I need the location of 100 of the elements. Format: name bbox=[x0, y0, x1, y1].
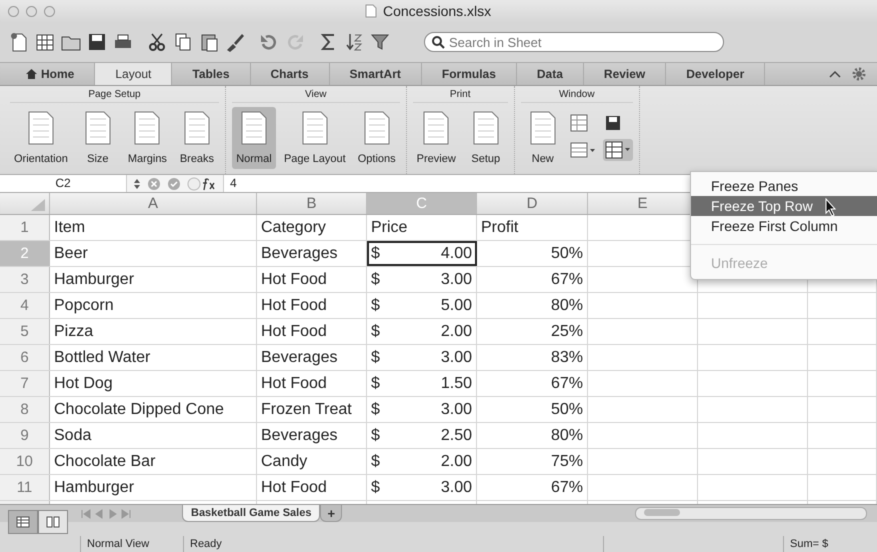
normal-view-button[interactable] bbox=[8, 510, 38, 534]
table-cell: 67% bbox=[477, 267, 588, 292]
table-cell: Hamburger bbox=[50, 475, 257, 500]
currency-symbol: $ bbox=[371, 244, 380, 264]
menu-item[interactable]: Freeze Top Row bbox=[691, 196, 877, 216]
document-icon bbox=[365, 4, 377, 18]
table-cell: 75% bbox=[477, 449, 588, 474]
table-cell: Profit bbox=[477, 215, 588, 240]
table-cell: 50% bbox=[477, 397, 588, 422]
menu-item[interactable]: Freeze First Column bbox=[691, 216, 877, 236]
ribbon-tab[interactable]: Review bbox=[584, 63, 666, 85]
table-cell: Hot Food bbox=[257, 267, 367, 292]
ribbon-tab[interactable]: Layout bbox=[95, 63, 172, 85]
name-box[interactable]: C2 bbox=[0, 175, 127, 192]
row-header[interactable]: 5 bbox=[0, 319, 50, 344]
price-value: 3.00 bbox=[440, 270, 472, 290]
group-title: View bbox=[232, 86, 400, 103]
table-cell: Item bbox=[50, 215, 257, 240]
triangle-icon bbox=[31, 199, 45, 211]
ribbon-button[interactable]: Preview bbox=[412, 107, 460, 169]
sheet-tab[interactable]: + bbox=[320, 505, 342, 522]
price-value: 2.50 bbox=[440, 426, 472, 446]
group-title: Window bbox=[520, 86, 633, 103]
currency-symbol: $ bbox=[371, 296, 380, 316]
group-title: Page Setup bbox=[10, 86, 219, 103]
table-cell: Frozen Treat bbox=[257, 397, 367, 422]
table-cell: 67% bbox=[477, 475, 588, 500]
table-cell: Candy bbox=[257, 449, 367, 474]
status-view: Normal View bbox=[80, 536, 183, 552]
column-header[interactable]: D bbox=[477, 193, 588, 214]
currency-symbol: $ bbox=[371, 452, 380, 472]
save-icon[interactable] bbox=[86, 31, 108, 53]
ribbon-button[interactable]: Margins bbox=[124, 107, 171, 169]
currency-symbol: $ bbox=[371, 270, 380, 290]
group-title: Print bbox=[412, 86, 508, 103]
table-cell: Soda bbox=[50, 423, 257, 448]
ribbon-button[interactable]: Size bbox=[76, 107, 120, 169]
search-icon bbox=[431, 35, 445, 49]
table-cell: 83% bbox=[477, 345, 588, 370]
table-cell: Pizza bbox=[50, 319, 257, 344]
ribbon-tab[interactable]: Charts bbox=[250, 63, 330, 85]
currency-symbol: $ bbox=[371, 374, 380, 394]
page-layout-view-button[interactable] bbox=[38, 510, 68, 534]
row-header[interactable]: 6 bbox=[0, 345, 50, 370]
row-header[interactable]: 10 bbox=[0, 449, 50, 474]
horizontal-scrollbar[interactable] bbox=[635, 507, 867, 520]
freeze-panes-icon[interactable] bbox=[602, 139, 633, 161]
table-cell: 25% bbox=[477, 319, 588, 344]
row-header[interactable]: 8 bbox=[0, 397, 50, 422]
table-cell: Hot Food bbox=[257, 293, 367, 318]
pointer-cursor-icon bbox=[825, 198, 837, 216]
table-cell: Hot Dog bbox=[50, 371, 257, 396]
status-state: Ready bbox=[183, 536, 603, 552]
currency-symbol: $ bbox=[371, 348, 380, 368]
ribbon-button[interactable]: Breaks bbox=[174, 107, 219, 169]
table-cell: 67% bbox=[477, 371, 588, 396]
ribbon-button[interactable]: Normal bbox=[232, 107, 276, 169]
table-cell: Hot Food bbox=[257, 319, 367, 344]
gear-icon[interactable] bbox=[851, 66, 867, 82]
table-cell: Popcorn bbox=[50, 293, 257, 318]
table-cell: Hot Food bbox=[257, 371, 367, 396]
sheet-tab[interactable]: Basketball Game Sales bbox=[182, 505, 320, 522]
function-icon[interactable] bbox=[187, 176, 217, 190]
stepper-icon[interactable] bbox=[133, 178, 141, 190]
window-arrange-icon[interactable] bbox=[568, 140, 597, 160]
ribbon-tab[interactable]: Developer bbox=[666, 63, 766, 85]
search-field[interactable]: Search in Sheet bbox=[424, 32, 724, 52]
ribbon-button[interactable]: Setup bbox=[464, 107, 508, 169]
ribbon-button[interactable]: Page Layout bbox=[280, 107, 350, 169]
ribbon-tab[interactable]: Formulas bbox=[422, 63, 517, 85]
ribbon-button[interactable]: New bbox=[520, 107, 565, 169]
currency-symbol: $ bbox=[371, 322, 380, 342]
row-header[interactable]: 7 bbox=[0, 371, 50, 396]
price-value: 2.00 bbox=[440, 452, 472, 472]
status-sum: Sum= $ bbox=[783, 536, 877, 552]
column-header[interactable]: A bbox=[50, 193, 257, 214]
row-header[interactable]: 1 bbox=[0, 215, 50, 240]
ribbon-button[interactable]: Options bbox=[354, 107, 400, 169]
ribbon-tab[interactable]: SmartArt bbox=[330, 63, 422, 85]
scissors-icon[interactable] bbox=[146, 31, 168, 53]
ribbon-button[interactable]: Orientation bbox=[10, 107, 72, 169]
price-value: 4.00 bbox=[440, 244, 472, 264]
row-header[interactable]: 9 bbox=[0, 423, 50, 448]
table-cell: 50% bbox=[477, 241, 588, 266]
currency-symbol: $ bbox=[371, 478, 380, 498]
row-header[interactable]: 3 bbox=[0, 267, 50, 292]
table-cell: Hot Food bbox=[257, 475, 367, 500]
home-icon bbox=[26, 69, 37, 79]
price-value: 5.00 bbox=[440, 296, 472, 316]
table-cell: Bottled Water bbox=[50, 345, 257, 370]
table-cell: 80% bbox=[477, 293, 588, 318]
ribbon-tab[interactable]: Data bbox=[516, 63, 584, 85]
ribbon-tab[interactable]: Tables bbox=[172, 63, 250, 85]
price-value: 3.00 bbox=[440, 478, 472, 498]
row-header[interactable]: 11 bbox=[0, 475, 50, 500]
collapse-icon[interactable] bbox=[829, 69, 841, 79]
pages-icon bbox=[46, 516, 60, 528]
table-cell: Chocolate Dipped Cone bbox=[50, 397, 257, 422]
row-header[interactable]: 4 bbox=[0, 293, 50, 318]
grid-icon[interactable] bbox=[568, 113, 589, 133]
